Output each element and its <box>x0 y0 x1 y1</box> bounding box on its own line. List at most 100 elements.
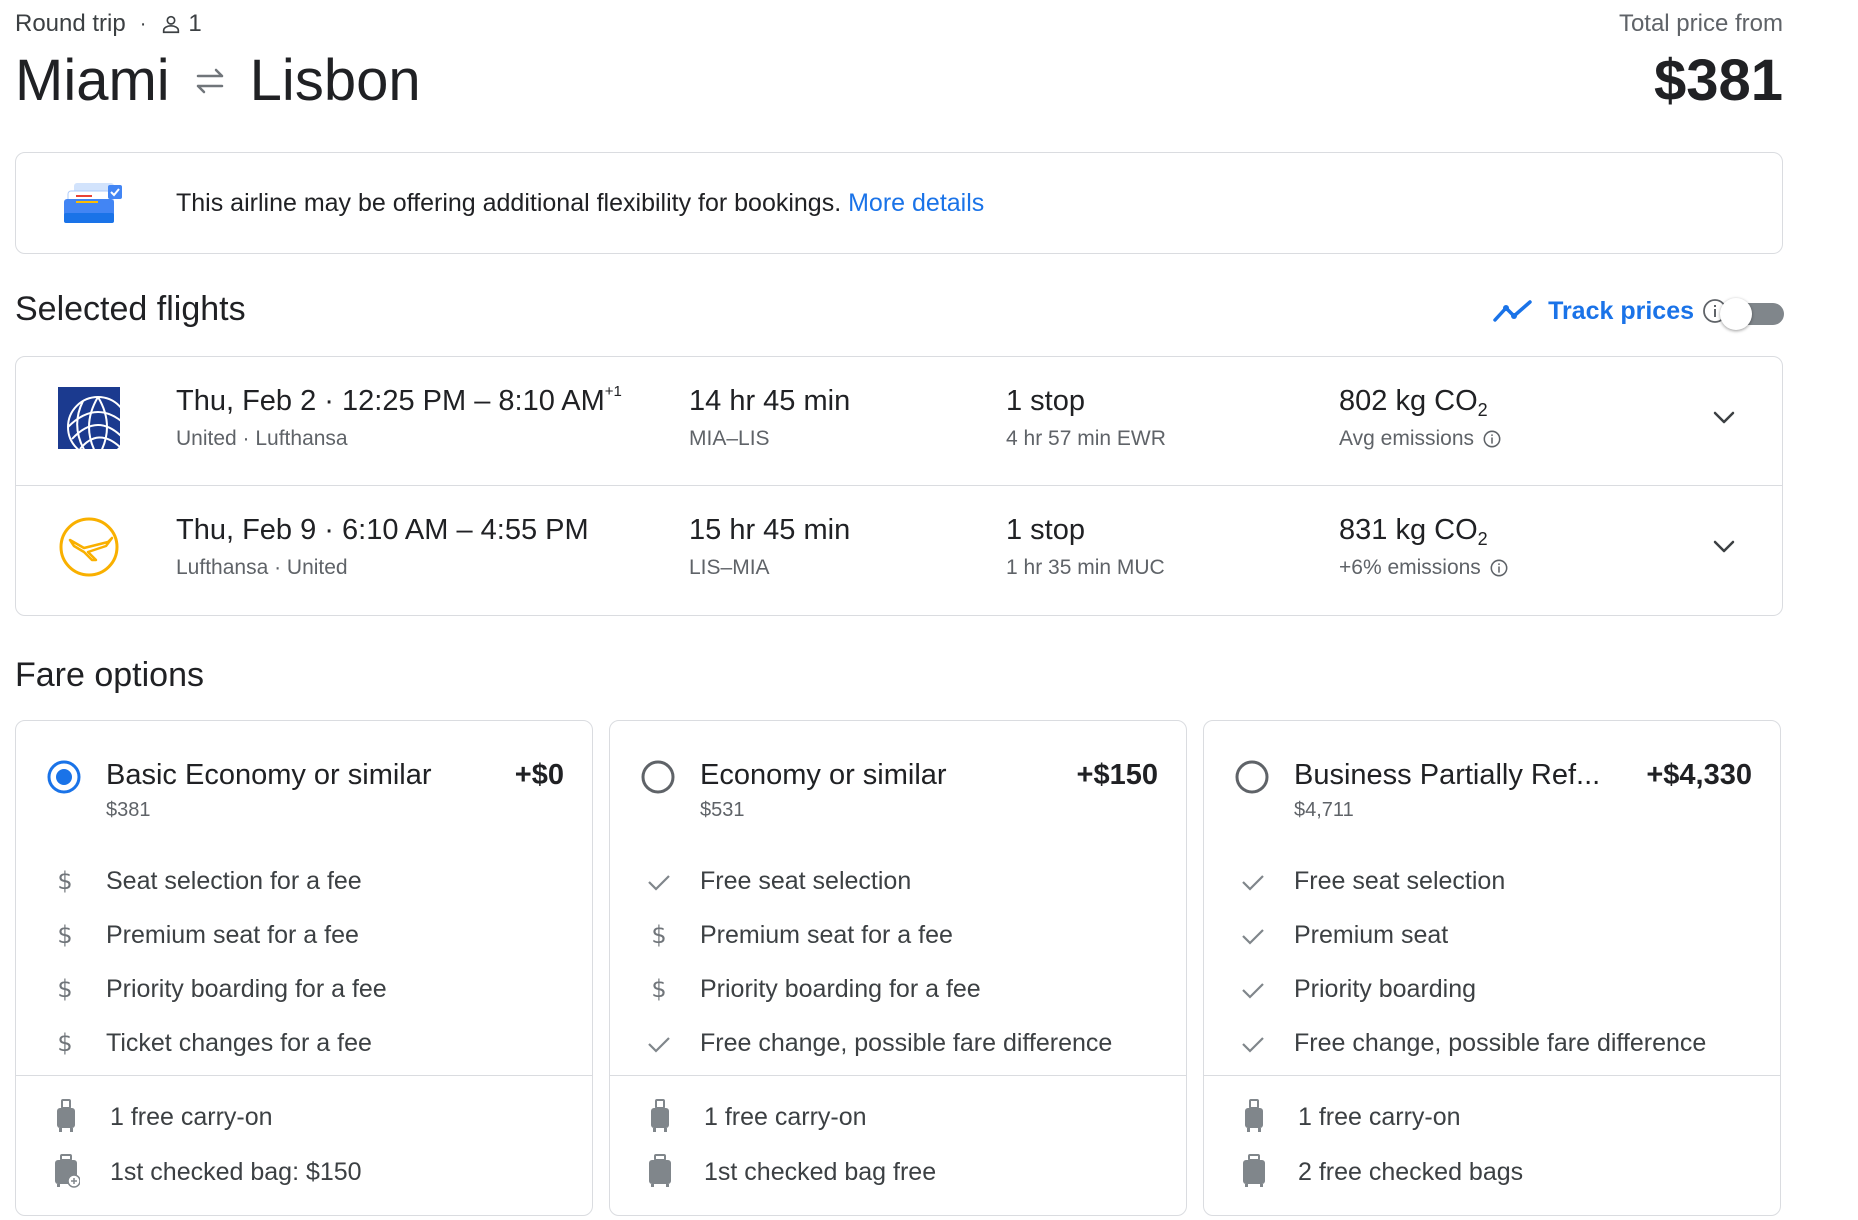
checked-bag-fee-icon <box>55 1154 80 1188</box>
feature-text: Premium seat for a fee <box>700 921 953 949</box>
baggage-item: 1 free carry-on <box>16 1087 592 1142</box>
chevron-down-icon[interactable] <box>1706 528 1742 564</box>
flight-stops: 1 stop <box>1006 514 1085 546</box>
baggage-text: 1 free carry-on <box>110 1103 273 1131</box>
feature-text: Free seat selection <box>700 867 912 895</box>
baggage-list: 1 free carry-on 1st checked bag: $150 <box>16 1087 592 1197</box>
track-prices-label[interactable]: Track prices <box>1548 297 1694 326</box>
flight-duration: 15 hr 45 min <box>689 514 851 546</box>
feature-list: Free seat selection Premium seat Priorit… <box>1204 853 1780 1069</box>
info-icon[interactable] <box>1489 558 1509 578</box>
dollar-icon: $ <box>651 976 666 1002</box>
feature-text: Priority boarding for a fee <box>700 975 981 1003</box>
chevron-down-icon[interactable] <box>1706 399 1742 435</box>
check-icon <box>1242 929 1264 945</box>
flight-emissions: 802 kg CO2 <box>1339 385 1488 421</box>
carry-on-icon <box>1245 1099 1263 1132</box>
feature-item: $ Ticket changes for a fee <box>16 1015 592 1069</box>
fare-name: Economy or similar <box>700 759 947 792</box>
selected-flights-title: Selected flights <box>15 290 246 328</box>
selected-flights-card: Thu, Feb 2 · 12:25 PM – 8:10 AM+1 United… <box>15 356 1783 616</box>
fare-card-economy[interactable]: Economy or similar +$150 $531 Free seat … <box>609 720 1187 1216</box>
notice-message: This airline may be offering additional … <box>176 189 849 217</box>
svg-text:$: $ <box>57 922 72 948</box>
flight-times: Thu, Feb 2 · 12:25 PM – 8:10 AM+1 <box>176 383 622 418</box>
radio-selected-icon[interactable] <box>46 759 82 795</box>
fare-name-rest: or similar <box>820 759 947 791</box>
flight-route: LIS–MIA <box>689 556 770 579</box>
person-icon <box>163 15 180 34</box>
notice-text: This airline may be offering additional … <box>176 189 984 218</box>
flight-times: Thu, Feb 9 · 6:10 AM – 4:55 PM <box>176 514 589 547</box>
baggage-text: 1 free carry-on <box>1298 1103 1461 1131</box>
baggage-item: 1st checked bag free <box>610 1142 1186 1197</box>
flight-airlines: Lufthansa · United <box>176 556 348 579</box>
trend-line-icon <box>1493 300 1532 322</box>
fare-price: $531 <box>700 799 745 821</box>
baggage-list: 1 free carry-on 1st checked bag free <box>610 1087 1186 1197</box>
flight-row[interactable]: Thu, Feb 2 · 12:25 PM – 8:10 AM+1 United… <box>16 357 1782 486</box>
divider <box>1204 1075 1780 1076</box>
separator-dot: · <box>139 12 147 35</box>
baggage-item: 1 free carry-on <box>610 1087 1186 1142</box>
check-icon <box>1242 983 1264 999</box>
fare-name-bold: Economy <box>700 759 821 791</box>
passenger-count: 1 <box>188 10 202 37</box>
radio-unselected-icon[interactable] <box>640 759 676 795</box>
feature-item: Premium seat <box>1204 907 1780 961</box>
dollar-icon: $ <box>57 1030 72 1056</box>
baggage-item: 1st checked bag: $150 <box>16 1142 592 1197</box>
baggage-text: 1 free carry-on <box>704 1103 867 1131</box>
flight-times-text: Thu, Feb 9 · 6:10 AM – 4:55 PM <box>176 514 589 546</box>
feature-item: $ Premium seat for a fee <box>16 907 592 961</box>
track-prices-toggle[interactable] <box>1720 298 1784 330</box>
feature-item: $ Premium seat for a fee <box>610 907 1186 961</box>
baggage-item: 1 free carry-on <box>1204 1087 1780 1142</box>
flight-row[interactable]: Thu, Feb 9 · 6:10 AM – 4:55 PM Lufthansa… <box>16 486 1782 615</box>
fare-add-price: +$4,330 <box>1646 759 1752 791</box>
track-prices[interactable]: Track prices <box>1492 296 1728 326</box>
feature-item: Free change, possible fare difference <box>610 1015 1186 1069</box>
feature-item: $ Priority boarding for a fee <box>610 961 1186 1015</box>
emissions-note-text: +6% emissions <box>1339 556 1481 579</box>
fare-card-basic-economy[interactable]: Basic Economy or similar +$0 $381 $ Seat… <box>15 720 593 1216</box>
more-details-link[interactable]: More details <box>848 189 984 217</box>
flight-booking-page: Round trip · 1 Miami Lisbon Total price … <box>0 0 1858 1220</box>
fare-price: $381 <box>106 799 151 821</box>
feature-text: Ticket changes for a fee <box>106 1029 372 1057</box>
svg-text:$: $ <box>57 868 72 894</box>
fare-name: Basic Economy or similar <box>106 759 432 792</box>
fare-options-title: Fare options <box>15 656 204 694</box>
emissions-note-text: Avg emissions <box>1339 427 1475 450</box>
total-price: $381 <box>1653 48 1783 113</box>
dollar-icon: $ <box>651 922 666 948</box>
svg-text:$: $ <box>651 922 666 948</box>
feature-item: Free seat selection <box>1204 853 1780 907</box>
feature-list: Free seat selection $ Premium seat for a… <box>610 853 1186 1069</box>
divider <box>610 1075 1186 1076</box>
fare-name-bold: Business Partially Ref... <box>1294 759 1601 791</box>
toggle-knob <box>1720 298 1752 330</box>
fare-card-business[interactable]: Business Partially Ref... +$4,330 $4,711… <box>1203 720 1781 1216</box>
radio-unselected-icon[interactable] <box>1234 759 1270 795</box>
feature-item: Free seat selection <box>610 853 1186 907</box>
lufthansa-logo-icon <box>59 517 119 577</box>
info-icon[interactable] <box>1482 429 1502 449</box>
feature-text: Free change, possible fare difference <box>1294 1029 1707 1057</box>
feature-text: Priority boarding for a fee <box>106 975 387 1003</box>
baggage-list: 1 free carry-on 2 free checked bags <box>1204 1087 1780 1197</box>
fare-add-price: +$150 <box>1076 759 1158 791</box>
checked-bag-icon <box>649 1154 671 1187</box>
feature-text: Seat selection for a fee <box>106 867 362 895</box>
feature-text: Free seat selection <box>1294 867 1506 895</box>
emissions-subscript: 2 <box>1477 400 1488 420</box>
trip-type: Round trip <box>15 10 126 37</box>
carry-on-icon <box>651 1099 669 1132</box>
swap-arrows-icon <box>196 68 223 94</box>
feature-text: Free change, possible fare difference <box>700 1029 1113 1057</box>
checked-bag-icon <box>1243 1154 1265 1187</box>
svg-text:$: $ <box>57 976 72 1002</box>
feature-text: Premium seat <box>1294 921 1449 949</box>
feature-item: $ Priority boarding for a fee <box>16 961 592 1015</box>
check-icon <box>1242 1037 1264 1053</box>
